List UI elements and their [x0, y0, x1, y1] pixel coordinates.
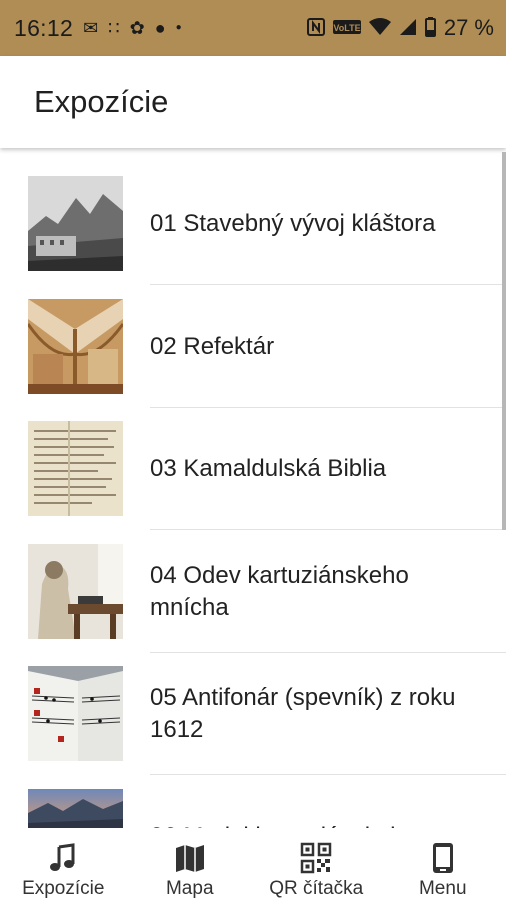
phone-icon [432, 843, 453, 873]
battery-percent: 27 % [443, 15, 494, 40]
nav-label: Expozície [22, 878, 105, 899]
music-note-icon [50, 843, 75, 871]
dots-icon: ∷ [108, 18, 120, 38]
exhibit-list[interactable]: 01 Stavebný vývoj kláštora 02 Refektár 0… [0, 150, 506, 828]
exhibit-thumbnail [28, 176, 123, 271]
gmail-icon: ✉ [83, 18, 99, 38]
status-time: 16:12 [14, 14, 74, 41]
nav-label: Menu [418, 878, 467, 899]
list-item[interactable]: 02 Refektár [0, 273, 506, 408]
signal-icon [399, 18, 417, 39]
list-item[interactable]: 03 Kamaldulská Biblia [0, 395, 506, 530]
exhibit-thumbnail [28, 543, 123, 639]
exhibit-thumbnail [28, 666, 123, 761]
nav-item-expozicie[interactable]: Expozície [0, 828, 127, 900]
nav-item-menu[interactable]: Menu [380, 828, 506, 900]
exhibit-title: 06 Model kartuziánskeho [150, 763, 486, 829]
flower-icon: ✿ [129, 18, 145, 38]
map-icon [175, 845, 204, 872]
volte-icon: VoLTE [332, 19, 361, 37]
circle-app-icon: ● [154, 18, 166, 38]
exhibit-thumbnail [28, 298, 123, 394]
nfc-icon [306, 17, 325, 39]
scrollbar[interactable] [502, 152, 506, 530]
bottom-navigation: Expozície Mapa QR čítačka Menu [0, 828, 506, 900]
nav-item-mapa[interactable]: Mapa [127, 828, 254, 900]
qr-code-icon [301, 842, 332, 874]
exhibit-thumbnail [28, 421, 123, 516]
status-bar: 16:12 ✉ ∷ ✿ ● ● VoLTE 27 % [0, 0, 506, 56]
app-bar: Expozície [0, 56, 506, 148]
nav-label: QR čítačka [269, 878, 364, 899]
svg-text:VoLTE: VoLTE [333, 23, 360, 33]
list-item[interactable]: 05 Antifonár (spevník) z roku 1612 [0, 640, 506, 775]
page-title: Expozície [34, 84, 169, 119]
status-left: 16:12 ✉ ∷ ✿ ● ● [14, 15, 182, 42]
list-item[interactable]: 06 Model kartuziánskeho [0, 763, 506, 829]
dot-icon: ● [175, 22, 182, 33]
battery-icon [424, 16, 436, 40]
wifi-icon [368, 17, 391, 39]
list-item[interactable]: 04 Odev kartuziánskeho mnícha [0, 518, 506, 653]
status-right: VoLTE 27 % [306, 15, 494, 41]
exhibit-thumbnail [28, 788, 123, 828]
nav-label: Mapa [165, 878, 214, 899]
nav-item-qr[interactable]: QR čítačka [253, 828, 380, 900]
list-item[interactable]: 01 Stavebný vývoj kláštora [0, 150, 506, 285]
